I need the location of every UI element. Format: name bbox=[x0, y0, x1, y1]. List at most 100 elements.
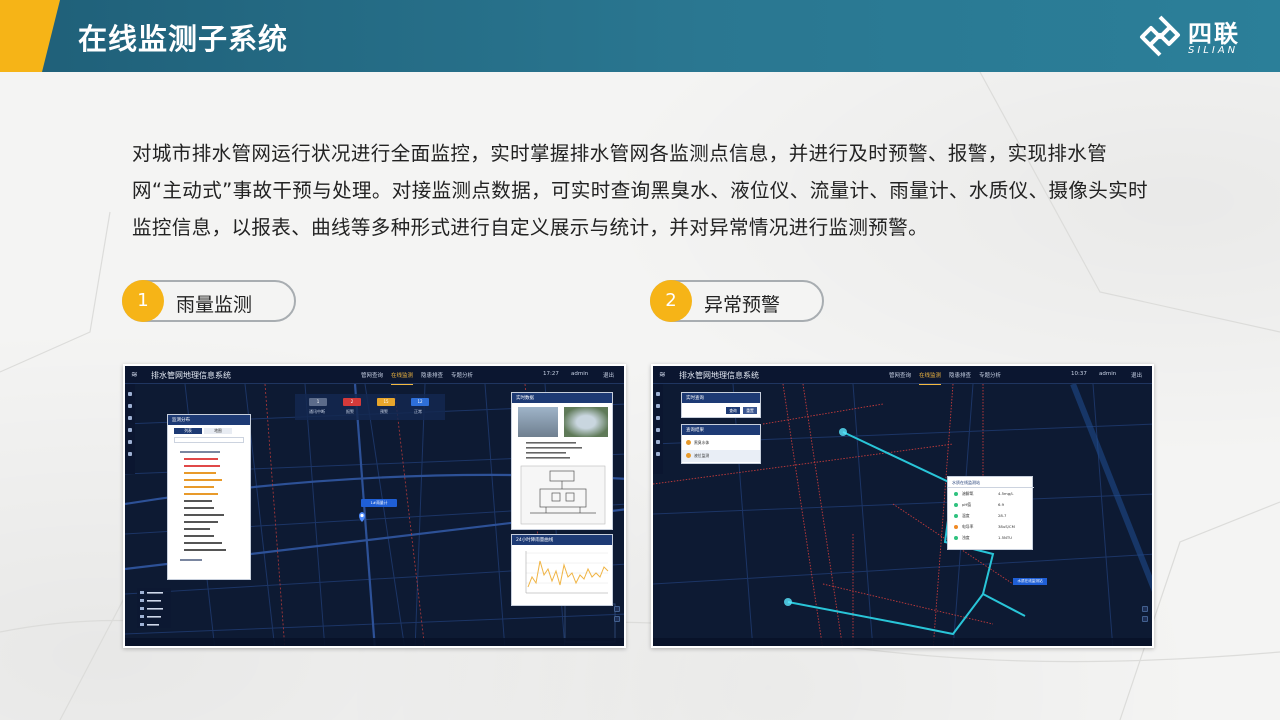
status-dot-icon bbox=[954, 525, 958, 529]
monitoring-station-popup: 水质在线监测站 溶解氧 4.5mg/L pH值 6.9 温度 28.7 电导率 38uS/CM… bbox=[947, 476, 1034, 550]
nav-pipe-query[interactable]: 管网查询 bbox=[361, 371, 383, 379]
logo-english-text: SILIAN bbox=[1188, 45, 1239, 56]
tool-edit-icon[interactable] bbox=[128, 404, 132, 408]
nav-online-monitoring[interactable]: 在线监测 bbox=[391, 371, 414, 385]
page-title: 在线监测子系统 bbox=[78, 22, 289, 56]
equipment-diagram bbox=[520, 465, 606, 525]
app-top-bar: ≋ 排水管网地理信息系统 管网查询 在线监测 隐患排查 专题分析 17:27 a… bbox=[125, 366, 624, 385]
map-side-toolbar bbox=[125, 384, 135, 474]
nav-thematic-analysis[interactable]: 专题分析 bbox=[451, 371, 473, 379]
reset-button[interactable]: 重置 bbox=[743, 407, 757, 414]
tool-layer-icon[interactable] bbox=[128, 392, 132, 396]
popup-row-value: 4.5mg/L bbox=[998, 491, 1014, 496]
rainfall-line-chart bbox=[525, 551, 609, 594]
app-logo-icon: ≋ bbox=[659, 370, 666, 379]
tool-print-icon[interactable] bbox=[656, 428, 660, 432]
map-pin-icon[interactable] bbox=[357, 511, 367, 523]
clock-text: 17:27 bbox=[543, 371, 559, 377]
zoom-out-button[interactable] bbox=[1142, 616, 1148, 622]
logout-link[interactable]: 退出 bbox=[1131, 371, 1142, 379]
zoom-in-button[interactable] bbox=[1142, 606, 1148, 612]
app-title: 排水管网地理信息系统 bbox=[151, 371, 231, 380]
station-photo bbox=[518, 407, 558, 437]
warning-pin-icon bbox=[686, 440, 691, 445]
status-summary-panel: 1 2 15 12 通讯中断 报警 预警 正常 bbox=[295, 394, 445, 420]
map-station-label[interactable]: 水质在线监测站 bbox=[1013, 578, 1047, 585]
rainfall-chart-panel: 24小时降雨量曲线 bbox=[511, 534, 613, 606]
section-number-badge: 1 bbox=[122, 280, 164, 322]
zoom-in-button[interactable] bbox=[614, 606, 620, 612]
nav-hazard-check[interactable]: 隐患排查 bbox=[421, 371, 443, 379]
popup-row-label: 浊度 bbox=[962, 535, 970, 540]
tool-measure-icon[interactable] bbox=[128, 416, 132, 420]
map-status-bar bbox=[125, 638, 624, 646]
company-logo: 四联 SILIAN bbox=[1138, 14, 1256, 58]
tool-locate-icon[interactable] bbox=[656, 440, 660, 444]
app-title: 排水管网地理信息系统 bbox=[679, 371, 759, 380]
stat-offline-label: 通讯中断 bbox=[309, 409, 325, 414]
tool-edit-icon[interactable] bbox=[656, 404, 660, 408]
description-paragraph: 对城市排水管网运行状况进行全面监控，实时掌握排水管网各监测点信息，并进行及时预警… bbox=[132, 142, 1149, 239]
list-items-placeholder bbox=[180, 451, 226, 561]
popup-row-label: 溶解氧 bbox=[962, 491, 974, 496]
status-dot-icon bbox=[954, 514, 958, 518]
query-panel-title: 实时查询 bbox=[682, 393, 760, 403]
section-label: 雨量监测 bbox=[176, 294, 253, 316]
popup-row-value: 6.9 bbox=[998, 502, 1005, 507]
popup-divider bbox=[948, 487, 1034, 488]
result-item[interactable]: 液位监测 bbox=[694, 453, 709, 459]
query-result-panel: 查询结果 黑臭水体 液位监测 bbox=[681, 424, 761, 464]
stat-alarm-value[interactable]: 2 bbox=[343, 398, 361, 406]
realtime-info-panel: 实时数据 bbox=[511, 392, 613, 530]
tab-list[interactable]: 列表 bbox=[174, 428, 202, 434]
chart-title: 24小时降雨量曲线 bbox=[512, 535, 612, 545]
list-panel-title: 监测分布 bbox=[168, 415, 250, 425]
logout-link[interactable]: 退出 bbox=[603, 371, 614, 379]
section-label: 异常预警 bbox=[704, 294, 781, 316]
section-pill-rainfall: 1 雨量监测 bbox=[122, 280, 296, 322]
list-search-input[interactable] bbox=[174, 437, 244, 443]
user-name[interactable]: admin bbox=[571, 371, 588, 377]
popup-row-value: 38uS/CM bbox=[998, 524, 1015, 529]
section-pill-alarm: 2 异常预警 bbox=[650, 280, 824, 322]
tool-clear-icon[interactable] bbox=[128, 452, 132, 456]
logo-chinese-text: 四联 bbox=[1188, 20, 1240, 48]
tool-locate-icon[interactable] bbox=[128, 440, 132, 444]
user-name[interactable]: admin bbox=[1099, 371, 1116, 377]
info-panel-title: 实时数据 bbox=[512, 393, 612, 403]
stat-warning-label: 预警 bbox=[380, 409, 388, 414]
popup-row-value: 1.5NTU bbox=[998, 535, 1012, 540]
nav-online-monitoring[interactable]: 在线监测 bbox=[919, 371, 942, 385]
nav-thematic-analysis[interactable]: 专题分析 bbox=[979, 371, 1001, 379]
stat-normal-value[interactable]: 12 bbox=[411, 398, 429, 406]
stat-alarm-label: 报警 bbox=[346, 409, 354, 414]
header-accent-stripe bbox=[0, 0, 60, 72]
clock-text: 10:37 bbox=[1071, 371, 1087, 377]
app-logo-icon: ≋ bbox=[131, 370, 138, 379]
status-dot-icon bbox=[954, 492, 958, 496]
map-legend bbox=[137, 588, 171, 628]
warning-pin-icon bbox=[686, 453, 691, 458]
tool-layer-icon[interactable] bbox=[656, 392, 660, 396]
query-button[interactable]: 查询 bbox=[726, 407, 740, 414]
map-marker-label[interactable]: 1#雨量计 bbox=[361, 499, 397, 507]
nav-hazard-check[interactable]: 隐患排查 bbox=[949, 371, 971, 379]
stat-warning-value[interactable]: 15 bbox=[377, 398, 395, 406]
popup-row-label: 电导率 bbox=[962, 524, 974, 529]
tool-measure-icon[interactable] bbox=[656, 416, 660, 420]
status-dot-icon bbox=[954, 503, 958, 507]
app-top-bar: ≋ 排水管网地理信息系统 管网查询 在线监测 隐患排查 专题分析 10:37 a… bbox=[653, 366, 1152, 385]
stat-offline-value[interactable]: 1 bbox=[309, 398, 327, 406]
result-panel-title: 查询结果 bbox=[682, 425, 760, 435]
screenshot-abnormal-warning: ≋ 排水管网地理信息系统 管网查询 在线监测 隐患排查 专题分析 10:37 a… bbox=[651, 364, 1154, 648]
nav-pipe-query[interactable]: 管网查询 bbox=[889, 371, 911, 379]
result-item[interactable]: 黑臭水体 bbox=[694, 440, 709, 446]
tool-print-icon[interactable] bbox=[128, 428, 132, 432]
tab-map[interactable]: 地图 bbox=[204, 428, 232, 434]
zoom-out-button[interactable] bbox=[614, 616, 620, 622]
popup-row-value: 28.7 bbox=[998, 513, 1007, 518]
stat-normal-label: 正常 bbox=[414, 409, 422, 414]
logo-mark-icon bbox=[1140, 15, 1180, 57]
status-dot-icon bbox=[954, 536, 958, 540]
tool-clear-icon[interactable] bbox=[656, 452, 660, 456]
